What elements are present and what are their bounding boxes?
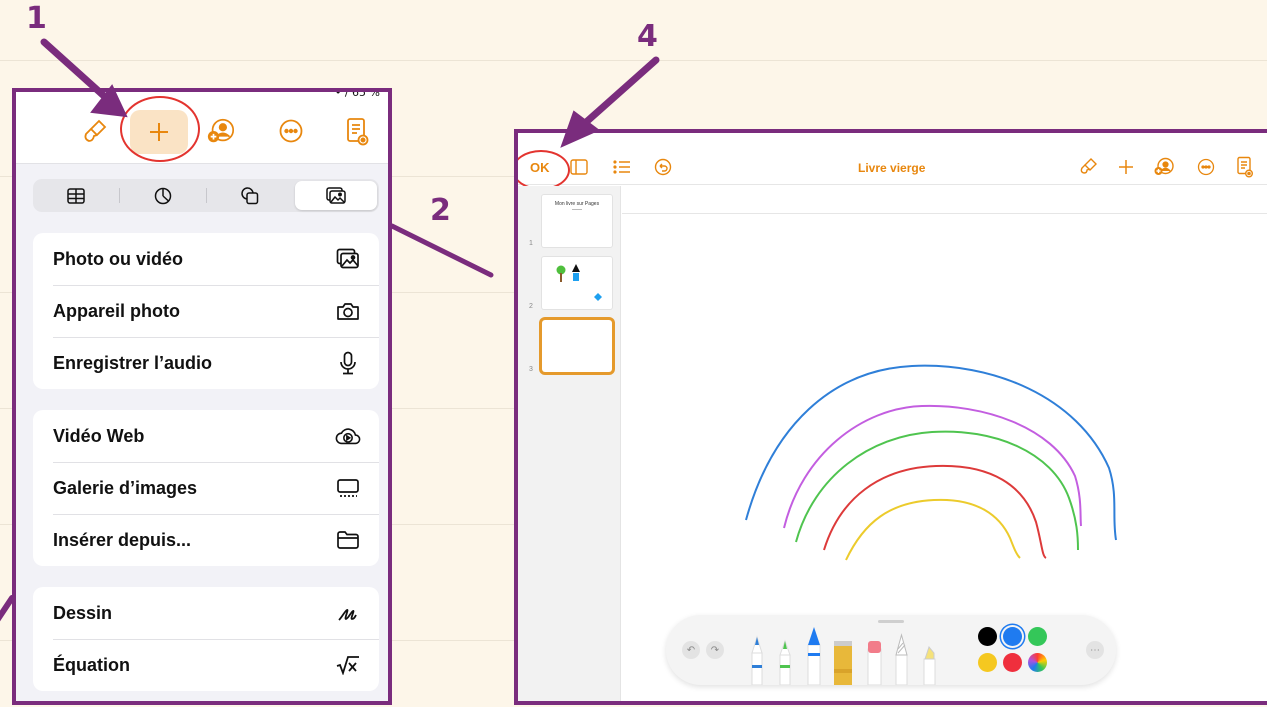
page-thumbnail-2[interactable]: [542, 257, 612, 309]
canvas-page-edge: [622, 213, 1267, 214]
page-thumbnails: Mon livre sur Pages 1 2 3: [518, 186, 621, 701]
menu-item-label: Galerie d’images: [53, 477, 198, 498]
menu-item-image-gallery[interactable]: Galerie d’images: [33, 462, 379, 514]
menu-item-web-video[interactable]: Vidéo Web: [33, 410, 379, 462]
page-number: 3: [529, 366, 533, 373]
menu-item-label: Vidéo Web: [53, 425, 145, 446]
collaborate-icon[interactable]: [1153, 156, 1175, 178]
camera-icon: [335, 298, 361, 324]
paintbrush-icon[interactable]: [80, 116, 110, 146]
status-bar-text: • / 65 %: [334, 88, 380, 99]
annotation-number-2: 2: [430, 193, 451, 228]
redo-icon[interactable]: ↷: [706, 641, 724, 659]
eraser-tool[interactable]: [867, 641, 882, 685]
page-thumbnail-3[interactable]: [542, 320, 612, 372]
color-swatch-black[interactable]: [978, 627, 997, 646]
menu-item-camera[interactable]: Appareil photo: [33, 285, 379, 337]
menu-item-insert-from[interactable]: Insérer depuis...: [33, 514, 379, 566]
chart-icon[interactable]: [120, 179, 206, 212]
menu-item-label: Enregistrer l’audio: [53, 352, 213, 373]
thumbnail-title: Mon livre sur Pages: [554, 201, 600, 207]
marker-tool[interactable]: [779, 639, 791, 685]
document-icon[interactable]: [1234, 156, 1256, 178]
rainbow-arc-green: [795, 430, 1079, 551]
menu-item-label: Photo ou vidéo: [53, 248, 183, 269]
undo-icon[interactable]: ↶: [682, 641, 700, 659]
annotation-number-1: 1: [26, 1, 47, 36]
menu-item-label: Équation: [53, 654, 130, 675]
page-number: 1: [529, 240, 533, 247]
document-icon[interactable]: [342, 116, 372, 146]
menu-group-web: Vidéo Web Galerie d’images Insérer depui…: [33, 410, 379, 566]
folder-icon: [335, 527, 361, 553]
menu-item-record-audio[interactable]: Enregistrer l’audio: [33, 337, 379, 389]
collaborate-icon[interactable]: [206, 116, 236, 146]
pencil-scribble-icon: [335, 600, 361, 626]
insert-menu-panel: • / 65 % Photo ou vidéo Appareil photo E…: [12, 88, 392, 705]
shapes-icon[interactable]: [207, 179, 293, 212]
thumbnail-shapes: [556, 264, 602, 301]
crayon-tool[interactable]: [807, 627, 821, 685]
undo-icon[interactable]: [652, 156, 674, 178]
menu-item-drawing[interactable]: Dessin: [33, 587, 379, 639]
plus-icon[interactable]: [1115, 156, 1137, 178]
highlight-circle-plus: [120, 96, 200, 162]
document-title: Livre vierge: [858, 161, 926, 175]
cloud-play-icon: [335, 423, 361, 449]
list-icon[interactable]: [611, 156, 633, 178]
table-icon[interactable]: [33, 179, 119, 212]
pen-tool[interactable]: [751, 635, 763, 685]
menu-item-label: Appareil photo: [53, 300, 180, 321]
fill-tool[interactable]: [834, 641, 852, 685]
color-picker-icon[interactable]: [1028, 653, 1047, 672]
rainbow-arc-yellow: [845, 498, 1021, 561]
microphone-icon: [335, 350, 361, 376]
more-options-icon[interactable]: ⋯: [1086, 641, 1104, 659]
drawing-tool-tray: ↶ ↷ ⋯: [666, 615, 1116, 685]
sidebar-icon[interactable]: [568, 156, 590, 178]
menu-group-capture: Photo ou vidéo Appareil photo Enregistre…: [33, 233, 379, 389]
insert-category-tabs: [33, 179, 379, 212]
more-icon[interactable]: [276, 116, 306, 146]
page-number: 2: [529, 303, 533, 310]
menu-item-equation[interactable]: Équation: [33, 639, 379, 691]
paintbrush-icon[interactable]: [1077, 156, 1099, 178]
color-swatch-blue[interactable]: [1003, 627, 1022, 646]
media-icon[interactable]: [295, 181, 377, 210]
menu-item-photo-video[interactable]: Photo ou vidéo: [33, 233, 379, 285]
image-gallery-icon: [335, 475, 361, 501]
annotation-number-4: 4: [637, 19, 658, 54]
color-swatch-green[interactable]: [1028, 627, 1047, 646]
menu-group-drawing: Dessin Équation: [33, 587, 379, 691]
highlight-circle-ok: [518, 150, 570, 190]
more-icon[interactable]: [1195, 156, 1217, 178]
pencil-tool[interactable]: [895, 633, 908, 685]
highlighter-tool[interactable]: [923, 645, 936, 685]
editor-toolbar: OK Livre vierge: [518, 133, 1267, 185]
color-swatch-yellow[interactable]: [978, 653, 997, 672]
insert-toolbar: • / 65 %: [16, 92, 388, 164]
menu-item-label: Dessin: [53, 602, 113, 623]
photo-icon: [335, 246, 361, 272]
page-thumbnail-1[interactable]: Mon livre sur Pages: [542, 195, 612, 247]
color-swatch-red[interactable]: [1003, 653, 1022, 672]
square-root-icon: [335, 652, 361, 678]
menu-item-label: Insérer depuis...: [53, 529, 192, 550]
drawing-editor-panel: OK Livre vierge Mon livre sur Pages 1 2 …: [514, 129, 1267, 705]
